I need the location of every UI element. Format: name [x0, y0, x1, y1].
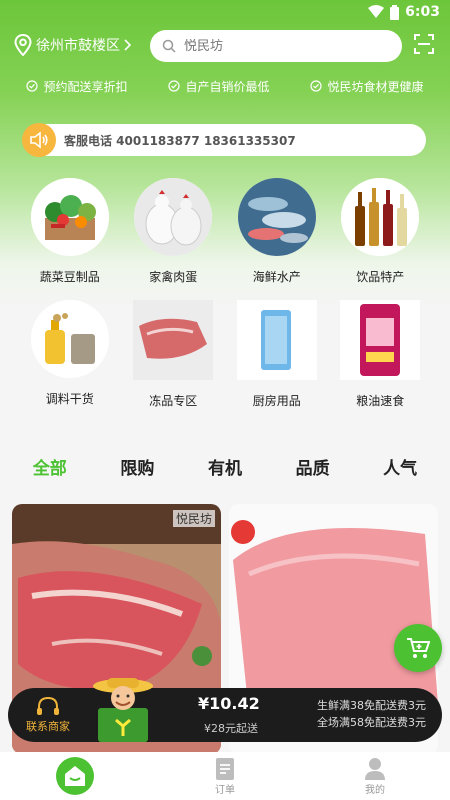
category-seafood[interactable]: 海鲜水产 — [235, 178, 319, 285]
poultry-icon — [134, 178, 213, 256]
nav-orders-label: 订单 — [215, 784, 235, 796]
tab-all[interactable]: 全部 — [33, 454, 67, 479]
category-label: 蔬菜豆制品 — [39, 270, 100, 284]
frozen-meat-icon — [133, 300, 214, 380]
contact-merchant-button[interactable]: 联系商家 — [26, 696, 70, 734]
cart-total-price: ¥10.42 — [198, 694, 260, 713]
vegetable-basket-icon — [30, 178, 109, 256]
category-seasoning[interactable]: 调料干货 — [28, 300, 112, 409]
check-circle-icon — [168, 80, 181, 92]
category-label: 海鲜水产 — [252, 270, 301, 284]
category-vegetables[interactable]: 蔬菜豆制品 — [28, 178, 112, 285]
status-time: 6:03 — [405, 4, 440, 20]
location-pin-icon — [14, 34, 32, 56]
category-row: 蔬菜豆制品 家禽肉蛋 海鲜水产 饮品特产 — [0, 178, 450, 285]
search-icon — [162, 39, 176, 53]
wifi-icon — [368, 5, 385, 18]
seasoning-icon — [30, 300, 109, 378]
scan-icon — [414, 34, 434, 54]
promo-item: 自产自销价最低 — [168, 76, 270, 96]
promo-item: 预约配送享折扣 — [26, 76, 128, 96]
add-to-cart-button[interactable] — [394, 624, 442, 672]
notice-text: 客服电话 4001183877 18361335307 — [64, 133, 296, 148]
delivery-fee-info: 生鲜满38免配送费3元 全场满58免配送费3元 — [317, 697, 426, 731]
battery-icon — [390, 4, 400, 20]
category-label: 粮油速食 — [356, 394, 405, 408]
nav-home[interactable] — [35, 756, 115, 796]
chevron-right-icon — [124, 39, 132, 51]
category-kitchen[interactable]: 厨房用品 — [235, 300, 319, 409]
shipping-rule-all: 全场满58免配送费3元 — [317, 716, 426, 729]
bottom-navigation: 订单 我的 — [0, 752, 450, 800]
rice-bag-icon — [340, 300, 421, 380]
minimum-order-text: ¥28元起送 — [204, 722, 258, 735]
category-grain-oil[interactable]: 粮油速食 — [338, 300, 422, 409]
cart-summary-bar[interactable]: 联系商家 ¥10.42 ¥28元起送 生鲜满38免配送费3元 全场满58免配送费… — [8, 678, 442, 742]
mascot-cart-icon — [90, 674, 156, 742]
tab-organic[interactable]: 有机 — [208, 454, 242, 479]
location-label: 徐州市鼓楼区 — [36, 38, 120, 54]
headset-icon — [37, 696, 59, 715]
promo-row: 预约配送享折扣 自产自销价最低 悦民坊食材更健康 — [0, 76, 450, 96]
order-list-icon — [216, 757, 234, 780]
search-bar[interactable] — [150, 30, 402, 62]
bottles-icon — [341, 178, 420, 256]
category-label: 冻品专区 — [149, 394, 198, 408]
promo-label: 预约配送享折扣 — [43, 79, 128, 94]
search-input[interactable] — [184, 38, 384, 54]
cart-icon — [407, 638, 430, 658]
category-label: 调料干货 — [45, 392, 94, 406]
promo-label: 自产自销价最低 — [185, 79, 270, 94]
category-poultry[interactable]: 家禽肉蛋 — [131, 178, 215, 285]
nav-orders[interactable]: 订单 — [185, 757, 265, 796]
tab-quality[interactable]: 品质 — [296, 454, 330, 479]
promo-label: 悦民坊食材更健康 — [327, 79, 424, 94]
status-bar: 6:03 — [0, 0, 450, 26]
category-drinks[interactable]: 饮品特产 — [338, 178, 422, 285]
top-bar: 徐州市鼓楼区 — [0, 30, 450, 64]
kitchen-package-icon — [236, 300, 317, 380]
home-icon — [56, 757, 94, 795]
contact-label: 联系商家 — [26, 720, 70, 733]
tab-limited[interactable]: 限购 — [120, 454, 154, 479]
category-label: 家禽肉蛋 — [149, 270, 198, 284]
customer-service-notice[interactable]: 客服电话 4001183877 18361335307 — [22, 123, 426, 157]
category-frozen[interactable]: 冻品专区 — [131, 300, 215, 409]
location-selector[interactable]: 徐州市鼓楼区 — [14, 34, 132, 56]
check-circle-icon — [26, 80, 39, 92]
category-label: 饮品特产 — [356, 270, 405, 284]
nav-profile[interactable]: 我的 — [335, 757, 415, 796]
seafood-icon — [237, 178, 316, 256]
product-brand-logo: 悦民坊 — [172, 510, 215, 527]
shipping-rule-fresh: 生鲜满38免配送费3元 — [317, 699, 426, 712]
category-row: 调料干货 冻品专区 厨房用品 粮油速食 — [0, 300, 450, 409]
tab-popular[interactable]: 人气 — [383, 454, 417, 479]
user-icon — [365, 757, 385, 780]
speaker-icon — [22, 123, 56, 157]
category-label: 厨房用品 — [252, 394, 301, 408]
promo-item: 悦民坊食材更健康 — [310, 76, 424, 96]
scan-button[interactable] — [414, 34, 434, 58]
filter-tabs: 全部 限购 有机 品质 人气 — [0, 454, 450, 479]
check-circle-icon — [310, 80, 323, 92]
nav-profile-label: 我的 — [365, 784, 385, 796]
